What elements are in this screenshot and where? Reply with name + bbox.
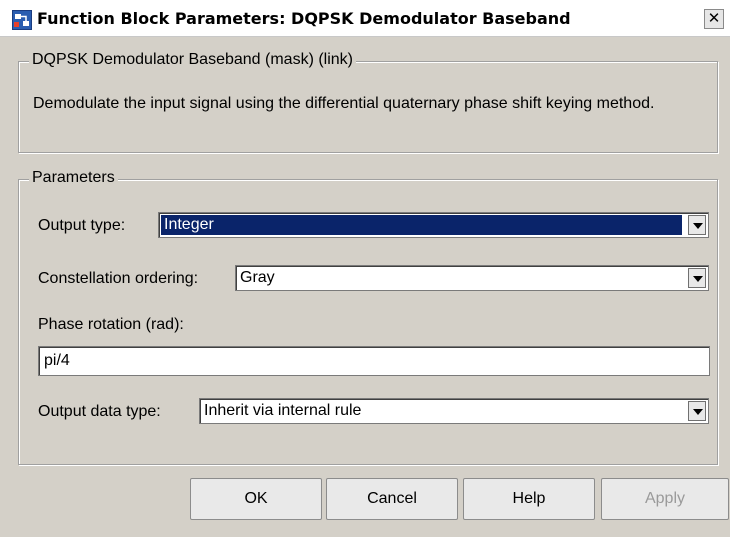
dropdown-arrow-icon[interactable] bbox=[688, 401, 706, 421]
output-data-type-value: Inherit via internal rule bbox=[204, 402, 362, 419]
apply-button[interactable]: Apply bbox=[601, 478, 729, 520]
constellation-ordering-dropdown[interactable]: Gray bbox=[235, 265, 709, 291]
output-type-value: Integer bbox=[161, 215, 682, 235]
phase-rotation-value: pi/4 bbox=[44, 352, 70, 369]
dropdown-arrow-icon[interactable] bbox=[688, 215, 706, 235]
cancel-button[interactable]: Cancel bbox=[326, 478, 458, 520]
ok-button[interactable]: OK bbox=[190, 478, 322, 520]
output-type-label: Output type: bbox=[38, 217, 126, 234]
phase-rotation-label: Phase rotation (rad): bbox=[38, 316, 184, 333]
window-title: Function Block Parameters: DQPSK Demodul… bbox=[37, 9, 571, 28]
mask-legend: DQPSK Demodulator Baseband (mask) (link) bbox=[29, 51, 357, 69]
dropdown-arrow-icon[interactable] bbox=[688, 268, 706, 288]
parameters-legend: Parameters bbox=[29, 169, 118, 187]
constellation-ordering-label: Constellation ordering: bbox=[38, 270, 199, 287]
output-data-type-label: Output data type: bbox=[38, 403, 161, 420]
title-bar: Function Block Parameters: DQPSK Demodul… bbox=[0, 0, 730, 37]
help-button[interactable]: Help bbox=[463, 478, 595, 520]
constellation-ordering-value: Gray bbox=[240, 269, 275, 286]
output-data-type-dropdown[interactable]: Inherit via internal rule bbox=[199, 398, 709, 424]
simulink-block-icon bbox=[12, 10, 32, 30]
mask-description: Demodulate the input signal using the di… bbox=[33, 95, 655, 112]
phase-rotation-field[interactable]: pi/4 bbox=[38, 346, 710, 376]
output-type-dropdown[interactable]: Integer bbox=[158, 212, 709, 238]
close-icon[interactable]: ✕ bbox=[704, 9, 724, 29]
